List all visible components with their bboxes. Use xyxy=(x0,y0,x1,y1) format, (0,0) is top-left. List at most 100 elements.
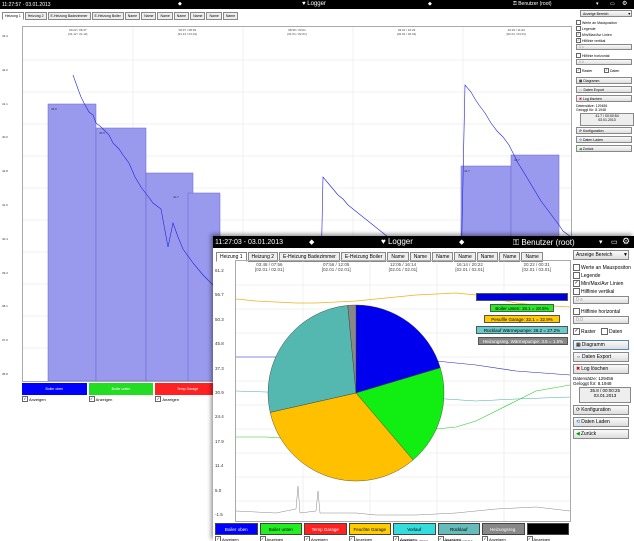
tab-heizung-1[interactable]: Heizung 1 xyxy=(2,12,24,20)
tab-name[interactable]: Name xyxy=(222,12,239,20)
legend-show-checkbox[interactable]: ✓ Anzeigen xyxy=(437,536,461,541)
legend-item[interactable]: Temp Garage xyxy=(304,523,347,535)
legend-show-checkbox[interactable]: ✓ Anzeigen xyxy=(348,536,372,541)
back-check-label: Werte an Mauspositon xyxy=(582,20,617,25)
back-input-horizontal[interactable]: 0.0 xyxy=(576,59,632,65)
back-laden-button[interactable]: ⟲ Daten Laden xyxy=(576,136,632,143)
front-info-logged: Geloggt für: 8.1948 xyxy=(573,381,612,386)
back-zurueck-button[interactable]: ◀ Zurück xyxy=(576,145,632,152)
back-export-button[interactable]: ⇔ Daten Export xyxy=(576,86,632,93)
front-minimize-icon[interactable]: ▾ xyxy=(599,238,603,246)
checkbox-icon: ✓ xyxy=(437,536,444,541)
checkbox-icon: ✓ xyxy=(393,536,399,541)
legend-show-checkbox[interactable]: ✓ Anzeigen xyxy=(22,396,46,402)
front-export-button[interactable]: ⇔ Daten Export xyxy=(573,352,629,362)
back-check-werte[interactable]: Werte an Mauspositon xyxy=(576,20,617,25)
front-check-minmax[interactable]: ✓ Min/Max/Avr Linien xyxy=(573,280,623,287)
back-gear-icon[interactable]: ⚙ xyxy=(622,0,627,7)
legend-item[interactable]: Heizungsreg. Wärmepumpe xyxy=(482,523,525,541)
front-gear-icon[interactable]: ⚙ xyxy=(622,236,630,247)
front-check-raster[interactable]: ✓ Raster xyxy=(573,328,596,335)
pie-label: Rücklauf Wärmepumpe: 28.2 = 27.2% xyxy=(476,326,568,334)
front-check-vertikal[interactable]: Hilflinie vertikal xyxy=(573,288,614,295)
legend-item[interactable]: Boiler oben xyxy=(22,383,87,395)
tab-name[interactable]: Name xyxy=(157,12,173,20)
back-check-minmax[interactable]: ✓ Min/Max/Avr Linien xyxy=(576,32,612,37)
back-check-raster[interactable]: ✓ Raster xyxy=(576,68,592,73)
legend-item[interactable]: Vorlauf Wärmepumpe xyxy=(393,523,436,541)
legend-item[interactable]: Boiler unten xyxy=(88,383,154,395)
legend-show-checkbox[interactable]: ✓ Anzeigen xyxy=(393,536,417,541)
legend-show-checkbox[interactable]: ✓ Anzeigen xyxy=(88,396,112,402)
y-tick-label: 30.9 xyxy=(215,390,224,395)
tab-name[interactable]: Name xyxy=(124,12,141,20)
checkbox-icon xyxy=(573,272,580,279)
legend-item[interactable] xyxy=(526,523,569,535)
front-konfig-button[interactable]: ⟳ Konfiguration xyxy=(573,405,629,415)
legend-item[interactable]: Temp Garage xyxy=(155,383,220,395)
front-maximize-icon[interactable]: ▭ xyxy=(611,238,618,246)
front-check-horizontal[interactable]: Hilflinie horizontal xyxy=(573,308,620,315)
back-arrow-right-icon[interactable]: ◆ xyxy=(428,1,432,7)
back-check-vertikal[interactable]: ✓ Hilflinie vertikal xyxy=(576,38,605,43)
back-top-bar: 11:27:57 · 03.01.2013 ◆ ♥ Logger ◆ ⚿ Ben… xyxy=(0,0,634,9)
tab-e-heizung-boiler[interactable]: E-Heizung Boiler xyxy=(91,12,124,20)
front-info-date: 03.01.2013 xyxy=(593,393,617,398)
tab-e-heizung-badezimmer[interactable]: E-Heizung Badezimmer xyxy=(47,12,91,20)
front-top-bar: 11:27:03 - 03.01.2013 ◆ ♥ Logger ◆ ⚿ Ben… xyxy=(213,236,634,248)
back-range-dropdown[interactable]: Anzeige Bereich ▼ xyxy=(580,10,632,17)
tab-name[interactable]: Name xyxy=(206,12,222,20)
back-btn-label: Log löschen xyxy=(582,96,602,101)
front-btn-label: Konfiguration xyxy=(581,407,611,413)
chevron-down-icon: ▼ xyxy=(627,11,631,16)
front-check-legende[interactable]: Legende xyxy=(573,272,600,279)
legend-item[interactable]: Rücklauf Wärmepumpe xyxy=(437,523,480,541)
tab-name[interactable]: Name xyxy=(173,12,190,20)
y-tick-label: 37.3 xyxy=(215,365,224,371)
legend-show-checkbox[interactable]: ✓ Anzeigen xyxy=(155,396,179,402)
front-time: 11:27:03 - 03.01.2013 xyxy=(215,238,283,246)
legend-show-checkbox[interactable]: ✓ Anzeigen xyxy=(526,536,550,541)
front-laden-button[interactable]: ⟲ Daten Laden xyxy=(573,417,629,427)
front-arrow-right-icon[interactable]: ◆ xyxy=(459,238,464,246)
front-chart-area[interactable]: 03:48 / 07:56 [02.01 / 02.01] 07:56 / 12:0… xyxy=(235,260,571,522)
tab-heizung-2[interactable]: Heizung 2 xyxy=(24,12,47,20)
front-check-daten[interactable]: Daten xyxy=(601,328,622,335)
back-bar-label: 40.7 xyxy=(173,195,179,199)
back-input-vertical[interactable]: 0 s xyxy=(576,44,632,50)
front-diagramm-button[interactable]: ▦ Diagramm xyxy=(573,340,629,350)
front-arrow-left-icon[interactable]: ◆ xyxy=(309,238,314,246)
back-minimize-icon[interactable]: ▾ xyxy=(596,1,599,7)
legend-show-checkbox[interactable]: ✓ Anzeigen xyxy=(215,536,239,541)
range-date: [31.12 / 01.01] xyxy=(177,32,197,36)
front-input-vertical[interactable]: 0 s xyxy=(573,296,629,304)
tab-name[interactable]: Name xyxy=(141,12,157,20)
back-check-label: Raster xyxy=(582,68,593,73)
back-diagramm-button[interactable]: ▦ Diagramm xyxy=(576,77,632,84)
range-cell: 00:23 / 06:37 [31.12 / 31.12] xyxy=(23,28,133,36)
back-check-daten[interactable]: ✓ Daten xyxy=(604,68,619,73)
front-dropdown-label: Anzeige Bereich xyxy=(576,252,613,258)
front-range-dropdown[interactable]: Anzeige Bereich ▼ xyxy=(573,250,629,260)
back-maximize-icon[interactable]: ▭ xyxy=(610,1,615,7)
front-input-horizontal[interactable]: 0.0 xyxy=(573,316,629,324)
back-check-horizontal[interactable]: Hilflinie horizontal xyxy=(576,53,609,58)
legend-show-checkbox[interactable]: ✓ Anzeigen xyxy=(259,536,283,541)
front-log-delete-button[interactable]: ✖ Log löschen xyxy=(573,364,629,374)
back-log-delete-button[interactable]: ✖ Log löschen xyxy=(576,95,632,102)
range-cell: 06:37 / 08:39 [31.12 / 01.01] xyxy=(133,28,243,36)
front-zurueck-button[interactable]: ◀ Zurück xyxy=(573,429,629,439)
legend-item[interactable]: Boiler oben xyxy=(215,523,258,535)
legend-item[interactable]: Boiler unten xyxy=(259,523,302,535)
back-arrow-left-icon[interactable]: ◆ xyxy=(178,1,182,7)
legend-show-checkbox[interactable]: ✓ Anzeigen xyxy=(482,536,506,541)
legend-show-label: Anzeigen xyxy=(489,536,506,541)
tab-name[interactable]: Name xyxy=(190,12,206,20)
back-konfig-button[interactable]: ⟳ Konfiguration xyxy=(576,127,632,134)
legend-show-checkbox[interactable]: ✓ Anzeigen xyxy=(304,536,328,541)
legend-item[interactable]: Feuchte Garage xyxy=(348,523,391,535)
front-check-werte[interactable]: Werte an Mauspositon xyxy=(573,264,631,271)
back-check-legende[interactable]: Legende xyxy=(576,26,596,31)
y-tick-label: 37.0 xyxy=(2,338,8,343)
back-range-row: 00:23 / 06:37 [31.12 / 31.12] 06:37 / 08:3… xyxy=(23,28,571,38)
